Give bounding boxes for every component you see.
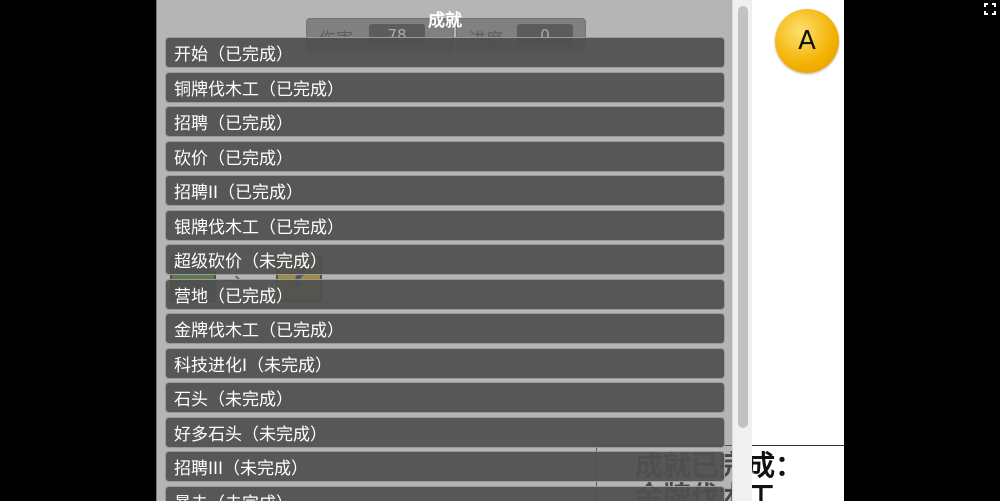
achievement-item[interactable]: 铜牌伐木工（已完成）	[165, 71, 725, 103]
achievement-item-label: 营地（已完成）	[174, 286, 293, 307]
achievement-item[interactable]: 超级砍价（未完成）	[165, 244, 725, 275]
achievement-item-label: 招聘III（未完成）	[174, 459, 309, 479]
a-button-label: A	[798, 26, 816, 56]
achievement-item[interactable]: 银牌伐木工（已完成）	[165, 209, 725, 241]
achievement-item-label: 金牌伐木工（已完成）	[174, 321, 344, 341]
achievement-item-label: 招聘（已完成）	[174, 114, 293, 134]
achievement-item[interactable]: 暴击（未完成）	[165, 485, 725, 501]
achievement-item-label: 砍价（已完成）	[174, 148, 293, 169]
panel-title: 成就	[428, 11, 462, 31]
achievement-item[interactable]: 石头（未完成）	[165, 382, 725, 413]
achievement-item[interactable]: 招聘（已完成）	[165, 106, 725, 137]
achievement-item-label: 银牌伐木工（已完成）	[174, 217, 344, 238]
achievement-item[interactable]: 砍价（已完成）	[165, 140, 725, 172]
achievement-item-label: 石头（未完成）	[174, 390, 293, 410]
achievement-item[interactable]: 开始（已完成）	[165, 37, 725, 68]
achievement-item[interactable]: 营地（已完成）	[165, 278, 725, 310]
achievement-item[interactable]: 招聘II（已完成）	[165, 175, 725, 206]
scrollbar-thumb[interactable]	[738, 6, 748, 428]
achievement-item-label: 铜牌伐木工（已完成）	[174, 79, 344, 100]
achievement-scrollbar[interactable]	[732, 0, 752, 501]
achievement-item-label: 科技进化I（未完成）	[174, 355, 333, 376]
achievement-item[interactable]: 科技进化I（未完成）	[165, 347, 725, 379]
achievement-item-label: 超级砍价（未完成）	[174, 252, 327, 272]
achievement-item[interactable]: 好多石头（未完成）	[165, 416, 725, 448]
game-stage: 伤害 78 进度 0 → ? 成就已完成： 金牌伐木工 成就 开始（已完成）铜牌…	[156, 0, 844, 501]
achievement-item[interactable]: 金牌伐木工（已完成）	[165, 313, 725, 344]
fullscreen-icon[interactable]	[984, 3, 996, 15]
achievement-item-label: 好多石头（未完成）	[174, 424, 327, 445]
achievement-item-label: 开始（已完成）	[174, 45, 293, 65]
achievement-item-label: 暴击（未完成）	[174, 489, 293, 501]
achievement-panel: 成就 开始（已完成） 铜牌伐木工（已完成） 招聘（已完成） 砍价（已完成） 招聘II（已…	[156, 0, 732, 501]
achievement-item[interactable]: 招聘III（未完成）	[165, 451, 725, 482]
achievement-item-label: 招聘II（已完成）	[174, 183, 304, 203]
a-button[interactable]: A	[775, 9, 839, 73]
achievement-list: 开始（已完成） 铜牌伐木工（已完成） 招聘（已完成） 砍价（已完成） 招聘II（已完成）…	[165, 37, 725, 501]
